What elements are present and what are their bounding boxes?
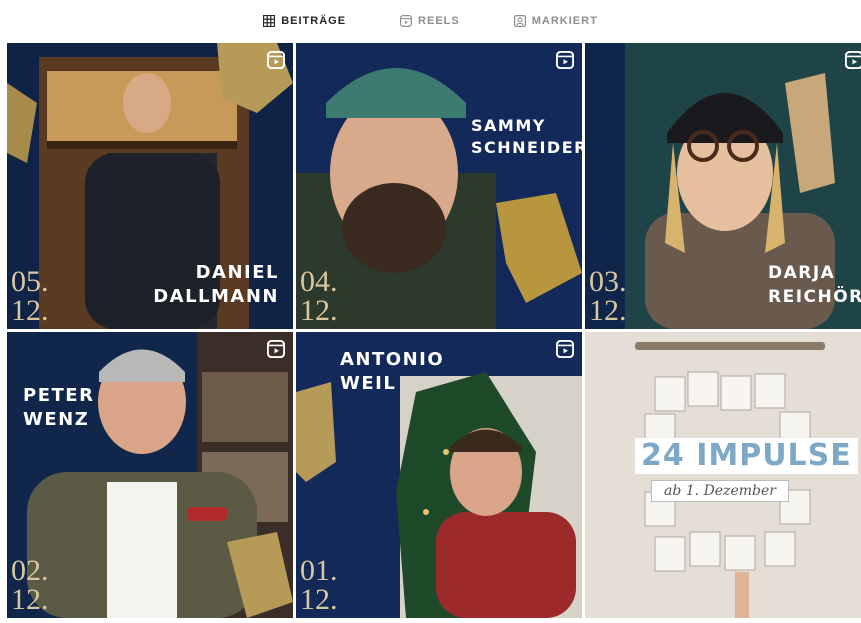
post-title: 24 IMPULSE bbox=[635, 438, 858, 474]
post-date: 02. 12. bbox=[11, 554, 49, 616]
post-date-month: 12. bbox=[11, 294, 49, 327]
post-thumbnail bbox=[7, 332, 293, 618]
post-date-day: 03. bbox=[589, 265, 627, 298]
post-24-impulse[interactable]: 24 IMPULSE ab 1. Dezember bbox=[585, 332, 861, 618]
post-date-month: 12. bbox=[11, 583, 49, 616]
post-subtitle: ab 1. Dezember bbox=[651, 480, 789, 502]
tagged-icon bbox=[513, 15, 526, 27]
post-date-day: 04. bbox=[300, 265, 338, 298]
post-date: 01. 12. bbox=[300, 554, 338, 616]
post-sammy-schneider[interactable]: SAMMY SCHNEIDER 04. 12. bbox=[296, 43, 582, 329]
post-date-month: 12. bbox=[300, 583, 338, 616]
post-date: 04. 12. bbox=[300, 265, 338, 327]
tab-reels[interactable]: REELS bbox=[400, 13, 460, 27]
reels-icon bbox=[267, 51, 285, 69]
tab-markiert-label: MARKIERT bbox=[531, 15, 598, 27]
post-thumbnail bbox=[585, 332, 861, 618]
reels-icon bbox=[556, 340, 574, 358]
tab-reels-label: REELS bbox=[418, 15, 460, 27]
tab-beitraege-label: BEITRÄGE bbox=[281, 15, 347, 27]
post-name-line2: SCHNEIDER bbox=[471, 138, 582, 157]
reels-icon bbox=[556, 51, 574, 69]
post-name: SAMMY SCHNEIDER bbox=[471, 115, 582, 159]
post-darja-reichoer[interactable]: DARJA REICHÖR 03. 12. bbox=[585, 43, 861, 329]
post-name-line2: REICHÖR bbox=[768, 287, 861, 307]
reels-icon bbox=[845, 51, 861, 69]
post-daniel-dallmann[interactable]: DANIEL DALLMANN 05. 12. bbox=[7, 43, 293, 329]
post-name-line2: DALLMANN bbox=[153, 286, 279, 307]
post-name: ANTONIO WEIL bbox=[340, 348, 444, 396]
post-name-line2: WEIL bbox=[340, 373, 397, 394]
post-name-line2: WENZ bbox=[23, 409, 90, 430]
post-name-line1: DARJA bbox=[768, 263, 836, 283]
post-date: 05. 12. bbox=[11, 265, 49, 327]
post-date-day: 02. bbox=[11, 554, 49, 587]
post-date-month: 12. bbox=[300, 294, 338, 327]
reels-icon bbox=[267, 340, 285, 358]
profile-tabs: BEITRÄGE REELS MARKIERT bbox=[0, 0, 861, 40]
post-name-line1: SAMMY bbox=[471, 116, 546, 135]
posts-grid: DANIEL DALLMANN 05. 12. SAMMY SCHNEIDER … bbox=[7, 43, 861, 623]
post-date: 03. 12. bbox=[589, 265, 627, 327]
post-peter-wenz[interactable]: PETER WENZ 02. 12. bbox=[7, 332, 293, 618]
grid-icon bbox=[263, 15, 276, 27]
post-name-line1: PETER bbox=[23, 385, 95, 406]
tab-markiert[interactable]: MARKIERT bbox=[513, 13, 598, 27]
post-name: DANIEL DALLMANN bbox=[153, 261, 279, 309]
post-date-day: 05. bbox=[11, 265, 49, 298]
post-date-day: 01. bbox=[300, 554, 338, 587]
post-name-line1: DANIEL bbox=[195, 262, 279, 283]
reels-icon bbox=[400, 15, 413, 27]
post-name: DARJA REICHÖR bbox=[768, 261, 861, 309]
post-date-month: 12. bbox=[589, 294, 627, 327]
post-name: PETER WENZ bbox=[23, 384, 94, 432]
post-thumbnail bbox=[296, 43, 582, 329]
post-antonio-weil[interactable]: ANTONIO WEIL 01. 12. bbox=[296, 332, 582, 618]
tab-beitraege[interactable]: BEITRÄGE bbox=[263, 13, 346, 27]
post-name-line1: ANTONIO bbox=[340, 349, 445, 370]
